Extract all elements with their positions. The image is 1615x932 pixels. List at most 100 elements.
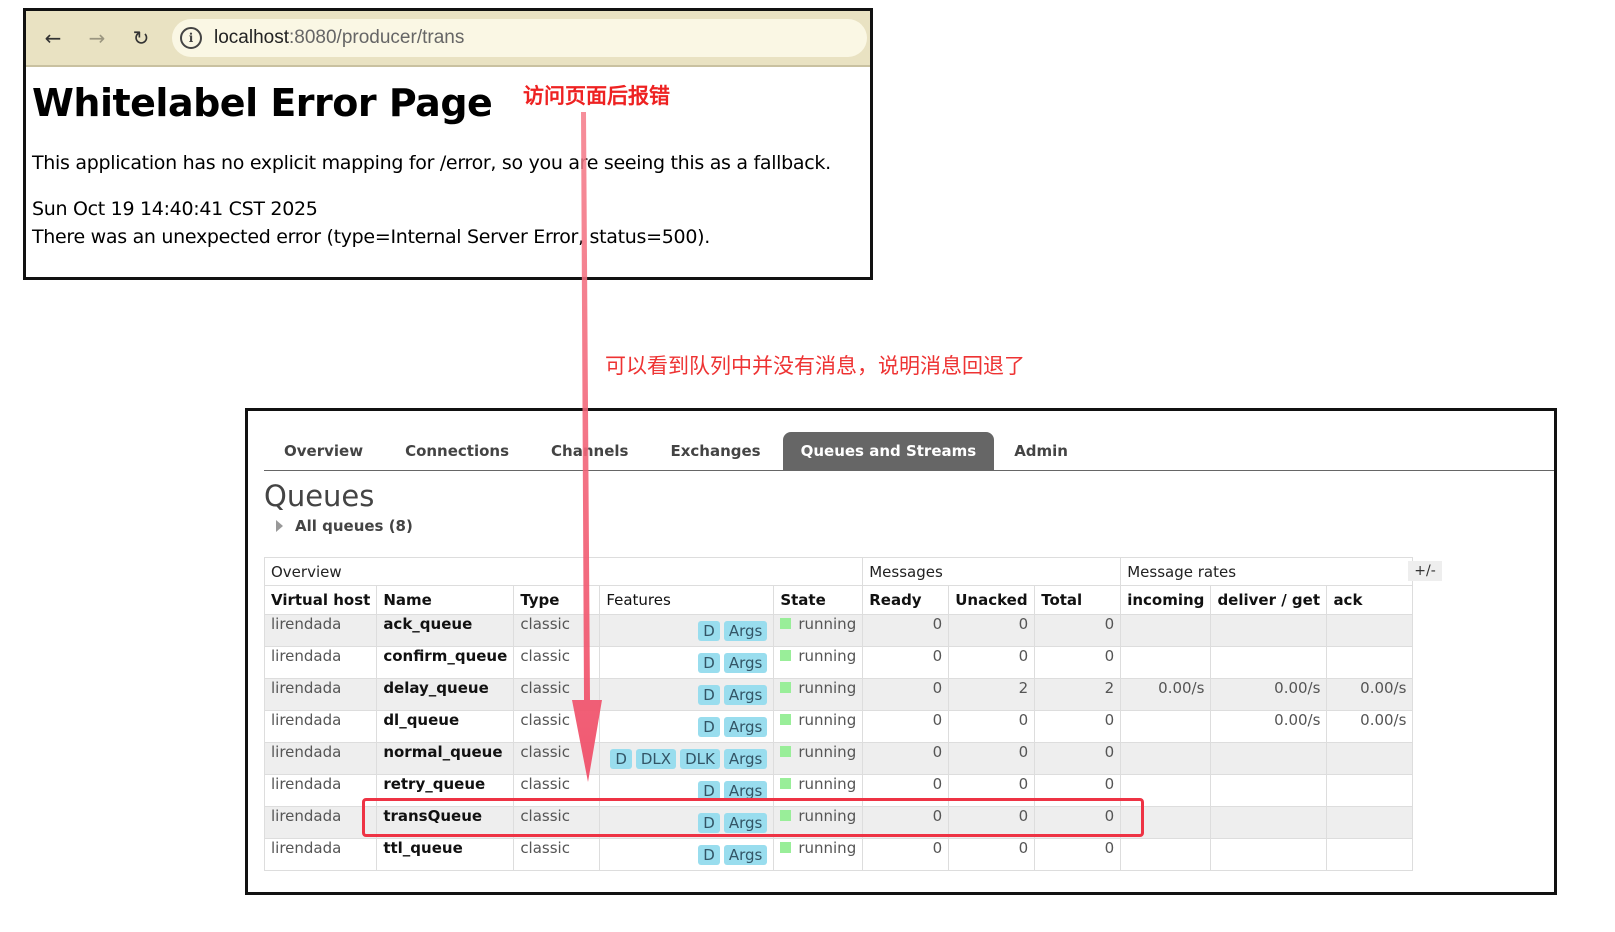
running-status-icon xyxy=(780,714,792,725)
queue-annotation: 可以看到队列中并没有消息，说明消息回退了 xyxy=(605,354,1025,378)
queue-name-link[interactable]: dl_queue xyxy=(376,710,515,743)
total-cell: 0 xyxy=(1034,774,1122,807)
total-cell: 0 xyxy=(1034,838,1122,871)
rabbitmq-window: Overview Connections Channels Exchanges … xyxy=(245,408,1557,895)
group-rates: Message rates xyxy=(1120,557,1414,586)
queue-name-link[interactable]: ack_queue xyxy=(376,614,515,647)
queue-name-link[interactable]: delay_queue xyxy=(376,678,515,711)
feature-badge: Args xyxy=(723,780,768,801)
col-ready[interactable]: Ready xyxy=(862,585,950,615)
vhost-cell: lirendada xyxy=(263,678,378,711)
deliver-cell xyxy=(1210,774,1328,807)
tab-overview[interactable]: Overview xyxy=(264,442,385,470)
vhost-cell: lirendada xyxy=(263,614,378,647)
deliver-cell xyxy=(1210,838,1328,871)
vhost-cell: lirendada xyxy=(263,774,378,807)
state-cell: running xyxy=(773,614,864,647)
unacked-cell: 0 xyxy=(948,710,1036,743)
type-cell: classic xyxy=(513,806,601,839)
ready-cell: 0 xyxy=(862,806,950,839)
state-cell: running xyxy=(773,838,864,871)
col-virtual-host[interactable]: Virtual host xyxy=(263,585,378,615)
type-cell: classic xyxy=(513,614,601,647)
features-cell: D Args xyxy=(599,774,775,807)
incoming-cell xyxy=(1120,838,1212,871)
group-overview: Overview xyxy=(263,557,864,586)
state-cell: running xyxy=(773,774,864,807)
incoming-cell: 0.00/s xyxy=(1120,678,1212,711)
col-state[interactable]: State xyxy=(773,585,864,615)
col-ack[interactable]: ack xyxy=(1326,585,1414,615)
queue-name-link[interactable]: transQueue xyxy=(376,806,515,839)
ack-cell: 0.00/s xyxy=(1326,710,1414,743)
tab-admin[interactable]: Admin xyxy=(994,442,1090,470)
arrow-right-icon[interactable]: → xyxy=(80,21,114,55)
ready-cell: 0 xyxy=(862,774,950,807)
vhost-cell: lirendada xyxy=(263,710,378,743)
col-unacked[interactable]: Unacked xyxy=(948,585,1036,615)
ack-cell: 0.00/s xyxy=(1326,678,1414,711)
queue-name-link[interactable]: retry_queue xyxy=(376,774,515,807)
type-cell: classic xyxy=(513,678,601,711)
tab-exchanges[interactable]: Exchanges xyxy=(650,442,782,470)
feature-badge: Args xyxy=(723,620,768,641)
feature-badge: D xyxy=(610,748,632,769)
unacked-cell: 0 xyxy=(948,614,1036,647)
col-total[interactable]: Total xyxy=(1034,585,1122,615)
expand-triangle-icon xyxy=(276,520,283,532)
state-text: running xyxy=(798,615,857,633)
all-queues-toggle[interactable]: All queues (8) xyxy=(276,517,413,535)
state-cell: running xyxy=(773,678,864,711)
queue-name-link[interactable]: ttl_queue xyxy=(376,838,515,871)
ready-cell: 0 xyxy=(862,838,950,871)
ack-cell xyxy=(1326,646,1414,679)
col-name[interactable]: Name xyxy=(376,585,515,615)
ack-cell xyxy=(1326,774,1414,807)
ready-cell: 0 xyxy=(862,646,950,679)
state-text: running xyxy=(798,711,857,729)
queue-name-link[interactable]: normal_queue xyxy=(376,742,515,775)
table-row: lirendada delay_queue classic D Args running 0… xyxy=(263,678,1414,711)
deliver-cell xyxy=(1210,614,1328,647)
features-cell: D Args xyxy=(599,646,775,679)
address-bar[interactable]: i localhost:8080/producer/trans xyxy=(172,19,867,57)
state-text: running xyxy=(798,647,857,665)
url-host: localhost xyxy=(214,27,289,48)
reload-icon[interactable]: ↻ xyxy=(124,21,158,55)
total-cell: 0 xyxy=(1034,710,1122,743)
page-title: Whitelabel Error Page xyxy=(32,81,493,125)
error-page-content: Whitelabel Error Page This application h… xyxy=(26,67,870,251)
unacked-cell: 0 xyxy=(948,742,1036,775)
queue-name-link[interactable]: confirm_queue xyxy=(376,646,515,679)
toggle-columns-button[interactable]: +/- xyxy=(1408,561,1442,581)
incoming-cell xyxy=(1120,710,1212,743)
tab-channels[interactable]: Channels xyxy=(531,442,650,470)
feature-badge: DLX xyxy=(635,748,677,769)
incoming-cell xyxy=(1120,742,1212,775)
col-deliver-get[interactable]: deliver / get xyxy=(1210,585,1328,615)
state-cell: running xyxy=(773,742,864,775)
running-status-icon xyxy=(780,650,792,661)
col-incoming[interactable]: incoming xyxy=(1120,585,1212,615)
error-detail: There was an unexpected error (type=Inte… xyxy=(32,226,710,248)
col-type[interactable]: Type xyxy=(513,585,601,615)
ready-cell: 0 xyxy=(862,742,950,775)
vhost-cell: lirendada xyxy=(263,838,378,871)
feature-badge: D xyxy=(698,652,720,673)
tab-queues-and-streams[interactable]: Queues and Streams xyxy=(782,432,995,470)
running-status-icon xyxy=(780,778,792,789)
vhost-cell: lirendada xyxy=(263,742,378,775)
arrow-left-icon[interactable]: ← xyxy=(36,21,70,55)
vhost-cell: lirendada xyxy=(263,646,378,679)
ack-cell xyxy=(1326,614,1414,647)
total-cell: 0 xyxy=(1034,742,1122,775)
feature-badge: Args xyxy=(723,684,768,705)
incoming-cell xyxy=(1120,806,1212,839)
deliver-cell xyxy=(1210,646,1328,679)
tab-connections[interactable]: Connections xyxy=(385,442,531,470)
feature-badge: D xyxy=(698,684,720,705)
feature-badge: DLK xyxy=(680,748,720,769)
feature-badge: Args xyxy=(723,716,768,737)
info-icon[interactable]: i xyxy=(180,27,202,49)
feature-badge: D xyxy=(698,844,720,865)
